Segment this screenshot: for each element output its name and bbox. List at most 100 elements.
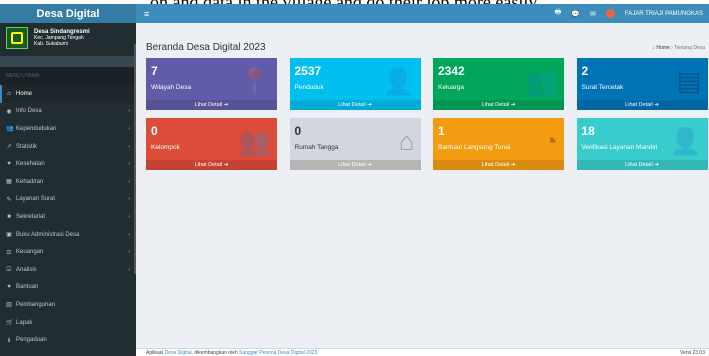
stat-icon: ⌂: [398, 126, 415, 156]
sidebar-item-buku-administrasi-desa[interactable]: ▣ Buku Administrasi Desa ‹: [0, 226, 136, 244]
nav-icon: ▣: [6, 232, 12, 239]
sidebar-search-area[interactable]: [0, 56, 136, 67]
detail-link[interactable]: Lihat Detail ➔: [289, 100, 421, 110]
nav-icon: ■: [7, 213, 11, 220]
nav-icon: ↗: [6, 144, 12, 151]
chevron-left-icon: ‹: [128, 178, 130, 185]
village-emblem-icon: [11, 31, 23, 44]
footer-version: Versi 23.03: [679, 349, 705, 356]
sidebar-item-lapak[interactable]: 🛒 Lapak: [0, 314, 136, 332]
chevron-left-icon: ‹: [128, 108, 130, 115]
sidebar-item-pembangunan[interactable]: ▥ Pembangunan: [0, 296, 136, 314]
sidebar-item-label: Kehadiran: [16, 178, 44, 185]
nav-icon: ♥: [7, 284, 11, 291]
sidebar-item-info-desa[interactable]: ◉ Info Desa ‹: [0, 103, 136, 121]
home-icon: ⌂: [652, 45, 656, 51]
sidebar-item-home[interactable]: ⌂ Home: [0, 85, 136, 103]
sidebar-item-kehadiran[interactable]: ▦ Kehadiran ‹: [0, 173, 136, 191]
stat-value: 7: [151, 64, 158, 78]
page-footer: Aplikasi Desa Digital , dikembangkan ole…: [136, 348, 709, 356]
stat-box-surat-tercetak: 2 Surat Tercetak ▤ Lihat Detail ➔: [576, 58, 708, 110]
mail-icon[interactable]: ✉: [590, 10, 596, 18]
sidebar-item-label: Home: [16, 90, 33, 97]
sidebar-item-label: Bantuan: [16, 284, 39, 291]
stat-icon: 👤: [382, 66, 415, 96]
stat-box-wilayah-desa: 7 Wilayah Desa 📍 Lihat Detail ➔: [146, 58, 277, 110]
stat-value: 1: [438, 124, 445, 138]
sidebar-item-keuangan[interactable]: ⚖ Keuangan ‹: [0, 243, 136, 261]
menu-header: MENU UTAMA: [0, 67, 136, 85]
nav-icon: ⚖: [6, 249, 12, 256]
detail-link[interactable]: Lihat Detail ➔: [576, 160, 708, 170]
brand-logo-text[interactable]: Desa Digital: [0, 4, 136, 23]
nav-icon: ✎: [6, 196, 12, 203]
detail-link[interactable]: Lihat Detail ➔: [146, 160, 277, 170]
sidebar-item-label: Layanan Surat: [16, 196, 56, 203]
breadcrumb-home[interactable]: Home: [656, 45, 669, 51]
detail-link[interactable]: Lihat Detail ➔: [146, 100, 277, 110]
sidebar-item-label: Buku Administrasi Desa: [16, 231, 80, 238]
stat-label: Bantuan Langsung Tunai: [438, 144, 511, 151]
stat-label: Rumah Tangga: [294, 144, 339, 151]
sidebar-item-label: Keuangan: [16, 249, 44, 256]
nav-icon: ☑: [6, 267, 12, 274]
print-icon[interactable]: 🖶: [555, 8, 562, 19]
stat-value: 2: [581, 64, 589, 78]
chevron-left-icon: ‹: [128, 231, 130, 238]
sidebar-item-label: Lapak: [16, 319, 33, 326]
avatar[interactable]: [605, 9, 615, 18]
footer-prefix: Aplikasi: [146, 349, 164, 356]
header-actions: 🖶 💬 ✉ FAJAR TRIAJI PAMUNGKAS: [555, 8, 709, 19]
village-panel: Desa Sindangresmi Kec. Jampang Tengah Ka…: [0, 23, 136, 52]
stat-box-penduduk: 2537 Penduduk 👤 Lihat Detail ➔: [289, 58, 421, 110]
stat-icon: 📍: [238, 66, 271, 96]
sidebar-item-bantuan[interactable]: ♥ Bantuan: [0, 279, 136, 297]
breadcrumb-current: Tentang Desa: [674, 45, 705, 51]
sidebar-item-pengaduan[interactable]: ℹ Pengaduan: [0, 331, 136, 349]
detail-link[interactable]: Lihat Detail ➔: [433, 100, 564, 110]
nav-icon: ♥: [7, 161, 11, 168]
sidebar-item-layanan-surat[interactable]: ✎ Layanan Surat ‹: [0, 191, 136, 209]
stat-box-bantuan-langsung-tunai: 1 Bantuan Langsung Tunai ◔ Lihat Detail ➔: [433, 118, 564, 170]
sidebar-item-label: Analisis: [16, 266, 37, 273]
sidebar-item-sekretariat[interactable]: ■ Sekretariat ‹: [0, 208, 136, 226]
sidebar-item-statistik[interactable]: ↗ Statistik ‹: [0, 138, 136, 156]
village-regency: Kab. Sukabumi: [34, 40, 68, 47]
sidebar-item-kesehatan[interactable]: ♥ Kesehatan ‹: [0, 155, 136, 173]
sidebar-item-label: Info Desa: [16, 108, 42, 115]
sidebar-item-analisis[interactable]: ☑ Analisis ‹: [0, 261, 136, 279]
menu-toggle-icon[interactable]: ≡: [144, 9, 149, 19]
main-content: Beranda Desa Digital 2023 ⌂ Home › Tenta…: [136, 23, 709, 356]
stat-label: Verifikasi Layanan Mandiri: [581, 144, 658, 151]
breadcrumb: ⌂ Home › Tentang Desa: [652, 45, 705, 51]
detail-link[interactable]: Lihat Detail ➔: [576, 100, 708, 110]
footer-middle: , dikembangkan oleh: [191, 349, 238, 356]
nav-icon: 🛒: [6, 320, 14, 327]
sidebar-item-label: Pembangunan: [16, 301, 56, 308]
stat-icon: 👥: [525, 66, 558, 96]
stat-icon: 👤: [669, 126, 702, 156]
stat-label: Keluarga: [438, 84, 465, 91]
detail-link[interactable]: Lihat Detail ➔: [289, 160, 421, 170]
page-title: Beranda Desa Digital 2023: [146, 42, 266, 53]
sidebar-item-label: Pengaduan: [16, 337, 47, 344]
footer-dev-link[interactable]: Sanggar Pesona Desa Digital 2023: [239, 350, 317, 356]
nav-icon: 👥: [6, 126, 14, 133]
nav-icon: ▥: [6, 302, 12, 309]
chat-icon[interactable]: 💬: [571, 10, 580, 18]
sidebar: Desa Digital Desa Sindangresmi Kec. Jamp…: [0, 4, 136, 356]
chevron-left-icon: ‹: [128, 266, 130, 273]
chevron-left-icon: ‹: [128, 249, 130, 256]
stat-value: 0: [294, 124, 302, 138]
user-name[interactable]: FAJAR TRIAJI PAMUNGKAS: [625, 11, 703, 17]
sidebar-item-label: Statistik: [16, 143, 38, 150]
stat-label: Penduduk: [294, 84, 324, 91]
village-name: Desa Sindangresmi: [34, 28, 90, 35]
sidebar-item-kependudukan[interactable]: 👥 Kependudukan ‹: [0, 120, 136, 138]
nav-icon: ℹ: [7, 337, 11, 344]
footer-app-link[interactable]: Desa Digital: [165, 350, 192, 356]
stat-value: 0: [151, 124, 158, 138]
stat-icon: ▤: [676, 66, 702, 96]
detail-link[interactable]: Lihat Detail ➔: [433, 160, 564, 170]
chevron-left-icon: ‹: [128, 125, 130, 132]
